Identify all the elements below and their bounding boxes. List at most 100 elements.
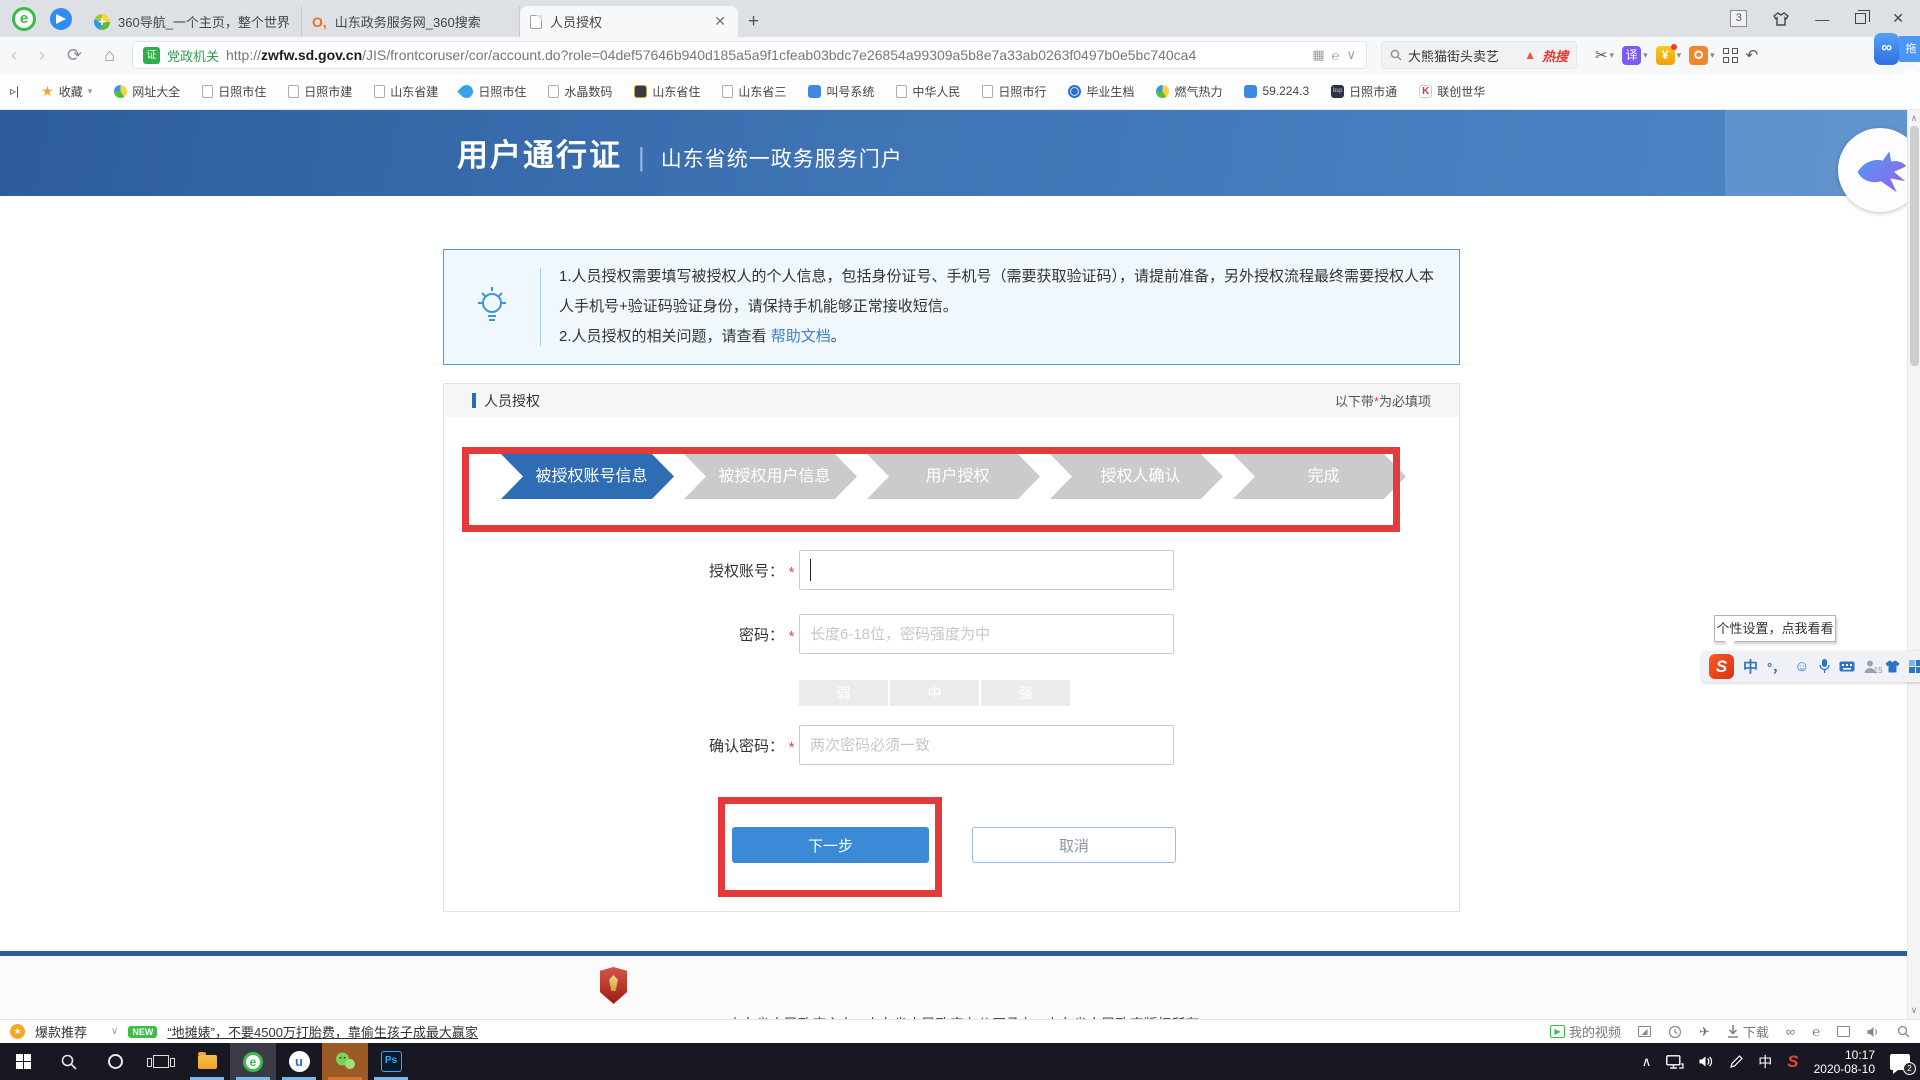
help-doc-link[interactable]: 帮助文档 (771, 328, 831, 345)
games-icon[interactable]: 🞈▾ (1689, 46, 1715, 65)
new-tab-button[interactable]: + (738, 11, 769, 37)
ime-tooltip[interactable]: 个性设置，点我看看 (1714, 615, 1836, 642)
sogou-tray-icon[interactable]: S (1787, 1052, 1798, 1072)
search-box[interactable]: 大熊猫街头卖艺 ▲ 热搜 (1381, 41, 1577, 69)
download-button[interactable]: 下载 (1727, 1022, 1769, 1041)
address-dropdown-icon[interactable]: ∨ (1346, 47, 1356, 63)
collapse-chevron-icon[interactable]: ∨ (111, 1026, 118, 1037)
home-button[interactable]: ⌂ (93, 45, 126, 66)
ime-lang-mode[interactable]: 中 (1743, 656, 1758, 677)
bookmark-item[interactable]: 山东省建 (374, 83, 438, 100)
apps-grid-icon[interactable] (1723, 48, 1738, 63)
promo-label[interactable]: 爆款推荐 (35, 1022, 87, 1041)
scroll-up-icon[interactable]: ∧ (1908, 113, 1920, 124)
nav-plane-icon[interactable] (50, 8, 72, 30)
undo-arrow-icon[interactable]: ↶ (1746, 46, 1759, 64)
bookmark-item[interactable]: 59.224.3 (1244, 84, 1309, 98)
cortana-button[interactable] (92, 1043, 138, 1080)
ime-emoji-icon[interactable]: ☺ (1794, 658, 1809, 675)
ime-punct-icon[interactable]: °， (1767, 657, 1785, 676)
bookmark-item[interactable]: 日照市建 (288, 83, 352, 100)
refresh-button[interactable]: ⟳ (56, 45, 93, 66)
bookmark-item[interactable]: 燃气热力 (1156, 83, 1222, 100)
drag-widget[interactable]: ∞ 拖拽 (1874, 33, 1920, 65)
volume-icon[interactable] (1699, 1055, 1714, 1068)
tab-360-nav[interactable]: 360导航_一个主页，整个世界 (84, 6, 302, 37)
password-input[interactable] (799, 614, 1174, 654)
glasses-widget-icon[interactable]: ∞ (1874, 33, 1899, 65)
task-view-button[interactable] (138, 1043, 184, 1080)
ime-account-icon[interactable]: 15 (1864, 660, 1876, 673)
screenshot-scissors-icon[interactable]: ✂▾ (1595, 46, 1614, 64)
photoshop-taskbar-button[interactable]: Ps (368, 1043, 414, 1080)
url-text[interactable]: http://zwfw.sd.gov.cn/JIS/frontcoruser/c… (226, 47, 1305, 63)
ie-compat-icon[interactable]: ℮ (1812, 1024, 1820, 1039)
input-language-indicator[interactable]: 中 (1758, 1052, 1772, 1072)
tab-close-icon[interactable]: ✕ (712, 13, 728, 30)
taskbar-search-button[interactable] (46, 1043, 92, 1080)
wallet-icon[interactable]: ¥▾ (1656, 46, 1682, 65)
tab-count-badge[interactable]: 3 (1730, 10, 1747, 27)
sogou-logo-icon[interactable]: S (1709, 654, 1734, 679)
bookmark-item[interactable]: 叫号系统 (808, 83, 874, 100)
bookmark-item[interactable]: 日照市住 (460, 83, 526, 100)
restore-button[interactable] (1855, 13, 1866, 24)
ime-skin-shirt-icon[interactable] (1885, 660, 1900, 673)
u-app-taskbar-button[interactable]: u (276, 1043, 322, 1080)
address-bar[interactable]: 证 党政机关 http://zwfw.sd.gov.cn/JIS/frontco… (132, 41, 1367, 69)
news-headline-link[interactable]: “地摊婊”，不要4500万打胎费，靠偷生孩子成最大赢家 (167, 1022, 478, 1041)
ime-mic-icon[interactable] (1819, 659, 1830, 674)
find-icon[interactable] (1897, 1025, 1910, 1038)
bookmark-item[interactable]: 日照市行 (982, 83, 1046, 100)
bookmark-item[interactable]: 中华人民 (896, 83, 960, 100)
pen-input-icon[interactable] (1729, 1055, 1743, 1069)
ime-toolbox-icon[interactable] (1909, 660, 1920, 674)
back-button[interactable]: ‹ (0, 45, 28, 66)
bookmark-item[interactable]: 日照市住 (202, 83, 266, 100)
browser-360-taskbar-button[interactable]: e (230, 1043, 276, 1080)
tab-active-personnel-auth[interactable]: 人员授权 ✕ (520, 6, 738, 37)
ime-keyboard-icon[interactable] (1839, 661, 1855, 672)
skin-shirt-icon[interactable] (1773, 12, 1789, 26)
bookmark-item[interactable]: 山东省三 (722, 83, 786, 100)
wechat-taskbar-button[interactable] (322, 1043, 368, 1080)
action-center-icon[interactable]: 2 (1890, 1054, 1910, 1070)
sites-directory[interactable]: 网址大全 (114, 83, 180, 100)
page-scrollbar[interactable]: ∧ ∨ (1907, 110, 1920, 1019)
scrollbar-thumb[interactable] (1910, 126, 1919, 366)
favorites-menu[interactable]: ★收藏▾ (41, 83, 92, 100)
browser-360-logo-icon[interactable]: e (12, 7, 36, 31)
start-button[interactable] (0, 1043, 46, 1080)
compat-mode-icon[interactable]: ℮ (1332, 48, 1340, 63)
my-video-button[interactable]: ▶我的视频 (1550, 1022, 1621, 1041)
history-clock-icon[interactable] (1668, 1025, 1682, 1039)
bookmark-item[interactable]: 水晶数码 (548, 83, 612, 100)
tab-360-search[interactable]: O, 山东政务服务网_360搜索 (302, 6, 520, 37)
reading-glasses-icon[interactable]: ∞ (1786, 1024, 1795, 1039)
bookmark-item[interactable]: bsp日照市通 (1331, 83, 1397, 100)
sogou-ime-bar[interactable]: S 中 °， ☺ 15 (1702, 651, 1920, 682)
tray-expand-icon[interactable]: ∧ (1642, 1054, 1652, 1070)
forward-button[interactable]: › (28, 45, 56, 66)
rocket-icon[interactable]: ✈ (1699, 1024, 1710, 1040)
translate-icon[interactable]: 译▾ (1622, 46, 1648, 65)
cancel-button[interactable]: 取消 (972, 827, 1176, 863)
sidebar-toggle-icon[interactable]: ▹| (10, 84, 19, 98)
bookmark-item[interactable]: K联创世华 (1419, 83, 1485, 100)
mute-speaker-icon[interactable] (1867, 1026, 1880, 1038)
search-query[interactable]: 大熊猫街头卖艺 (1408, 46, 1518, 65)
window-layout-icon[interactable] (1837, 1026, 1850, 1037)
account-input[interactable] (799, 550, 1174, 590)
bookmark-item[interactable]: 毕业生档 (1068, 83, 1134, 100)
bookmark-item[interactable]: 山东省住 (634, 83, 700, 100)
minimize-button[interactable]: — (1815, 11, 1829, 27)
scroll-down-icon[interactable]: ∨ (1908, 1005, 1920, 1016)
network-display-icon[interactable] (1666, 1055, 1684, 1069)
confirm-password-input[interactable] (799, 725, 1174, 765)
picture-icon[interactable]: ◢ (1638, 1026, 1651, 1037)
site-type-label[interactable]: 党政机关 (167, 46, 219, 65)
close-window-button[interactable]: ✕ (1892, 10, 1904, 27)
hot-search-label[interactable]: 热搜 (1542, 46, 1568, 65)
file-explorer-button[interactable] (184, 1043, 230, 1080)
qr-code-icon[interactable]: ▦ (1312, 47, 1324, 63)
